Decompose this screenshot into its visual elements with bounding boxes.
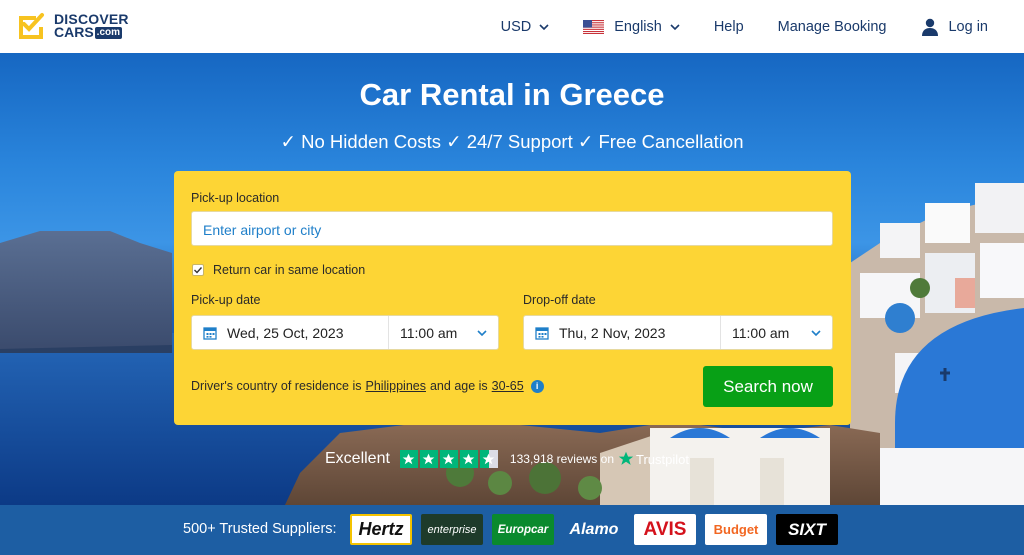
calendar-icon (535, 326, 549, 340)
star-icon (459, 450, 478, 468)
dropoff-time-value: 11:00 am (732, 324, 790, 341)
pickup-date-label: Pick-up date (191, 293, 261, 307)
age-range-link[interactable]: 30-65 (492, 379, 524, 393)
trustpilot-rating[interactable]: Excellent 133,918 reviews on Trustpilot (325, 450, 689, 468)
info-icon[interactable]: i (530, 379, 544, 393)
dropoff-date-value: Thu, 2 Nov, 2023 (559, 324, 666, 341)
pickup-time-select[interactable]: 11:00 am (389, 316, 498, 349)
top-header: DISCOVER CARS .com USD English Help Mana… (0, 0, 1024, 53)
chevron-down-icon (811, 329, 821, 336)
chevron-down-icon (477, 329, 487, 336)
dropoff-time-select[interactable]: 11:00 am (721, 316, 832, 349)
hertz-logo: Hertz (350, 514, 412, 545)
chevron-down-icon (539, 23, 549, 30)
logo-check-icon (19, 13, 44, 39)
pickup-time-value: 11:00 am (400, 324, 458, 341)
star-icon (439, 450, 458, 468)
us-flag-icon (583, 19, 605, 34)
review-count: 133,918 reviews on (509, 452, 614, 466)
sixt-logo: SIXT (776, 514, 838, 545)
language-label: English (614, 18, 662, 35)
trustpilot-brand: Trustpilot (636, 451, 689, 467)
discovercars-logo[interactable]: DISCOVER CARS .com (16, 11, 129, 41)
return-same-checkbox[interactable] (192, 264, 204, 276)
europcar-logo: Europcar (492, 514, 554, 545)
manage-booking-link[interactable]: Manage Booking (778, 19, 887, 35)
budget-logo: Budget (705, 514, 767, 545)
dropoff-date-picker[interactable]: Thu, 2 Nov, 2023 (524, 316, 721, 349)
login-label: Log in (948, 18, 988, 35)
currency-label: USD (500, 18, 532, 35)
avis-logo: AVIS (634, 514, 696, 545)
dropoff-date-label: Drop-off date (523, 293, 596, 307)
trustpilot-star-icon (618, 451, 634, 465)
search-now-button[interactable]: Search now (703, 366, 833, 407)
pickup-location-placeholder: Enter airport or city (203, 222, 322, 238)
logo-cars: CARS (54, 24, 94, 40)
residence-age-text: Driver's country of residence is Philipp… (191, 379, 544, 393)
hero-title: Car Rental in Greece (359, 77, 665, 112)
alamo-logo: Alamo (563, 514, 625, 545)
pickup-date-value: Wed, 25 Oct, 2023 (227, 324, 344, 341)
return-same-location-row[interactable]: Return car in same location (192, 263, 365, 277)
top-nav: USD English Help Manage Booking Log in (467, 0, 988, 53)
login-link[interactable]: Log in (920, 17, 988, 37)
half-star-icon (479, 450, 498, 468)
calendar-icon (203, 326, 217, 340)
language-selector[interactable]: English (583, 19, 680, 35)
rating-stars (399, 450, 500, 468)
user-icon (922, 18, 939, 36)
pickup-datetime-field: Wed, 25 Oct, 2023 11:00 am (191, 315, 499, 350)
hero-subtitle: ✓ No Hidden Costs ✓ 24/7 Support ✓ Free … (280, 131, 744, 152)
logo-com: .com (94, 26, 123, 39)
pickup-location-label: Pick-up location (191, 191, 280, 205)
pickup-location-input[interactable]: Enter airport or city (191, 211, 833, 246)
dropoff-datetime-field: Thu, 2 Nov, 2023 11:00 am (523, 315, 833, 350)
residence-country-link[interactable]: Philippines (366, 379, 426, 393)
age-prefix: and age is (429, 379, 488, 393)
trustpilot-logo: Trustpilot (618, 451, 689, 467)
chevron-down-icon (670, 23, 680, 30)
logo-line2: CARS .com (54, 24, 129, 40)
enterprise-logo: enterprise (421, 514, 483, 545)
checkmark-icon (194, 267, 203, 274)
suppliers-label: 500+ Trusted Suppliers: (183, 521, 337, 537)
help-link[interactable]: Help (714, 19, 744, 35)
hero-banner: Car Rental in Greece ✓ No Hidden Costs ✓… (0, 53, 1024, 505)
trustpilot-excellent: Excellent (325, 450, 390, 467)
star-icon (399, 450, 418, 468)
suppliers-bar: 500+ Trusted Suppliers: Hertz enterprise… (0, 505, 1024, 555)
return-same-label: Return car in same location (213, 263, 366, 277)
star-icon (419, 450, 438, 468)
search-form-card: Pick-up location Enter airport or city R… (174, 171, 851, 425)
currency-selector[interactable]: USD (501, 19, 550, 35)
pickup-date-picker[interactable]: Wed, 25 Oct, 2023 (192, 316, 389, 349)
residence-prefix: Driver's country of residence is (191, 379, 362, 393)
